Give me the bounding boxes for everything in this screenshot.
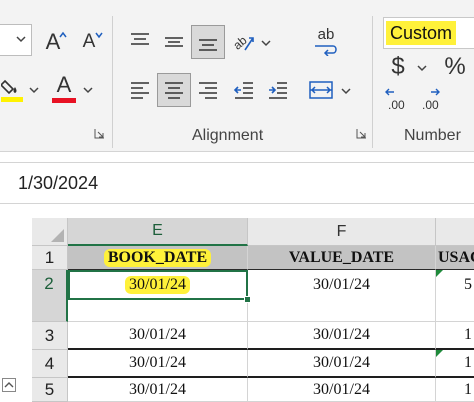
caret-up-icon [59,31,67,38]
cell-g1[interactable]: USAC [436,246,474,270]
increase-decimal-label: .00 [388,98,405,112]
bottom-align-icon [199,39,217,51]
font-size-dropdown[interactable] [0,24,32,56]
error-indicator-icon [436,270,443,277]
column-header-f[interactable]: F [248,218,436,246]
wrap-text-icon [315,45,337,56]
increase-decimal-button[interactable]: .00 [384,86,414,114]
chevron-down-icon [16,36,26,43]
cell-f1[interactable]: VALUE_DATE [248,246,436,270]
number-format-value: Custom [386,21,457,45]
row-header-3[interactable]: 3 [32,322,68,350]
usac-header: USAC [438,248,474,266]
ribbon: A A A ab ab Alignment Custom $ % .00 .00… [0,0,474,152]
percent-symbol: % [444,53,466,80]
increase-indent-button[interactable] [262,74,294,106]
book-date-value: 30/01/24 [125,276,190,294]
shrink-font-button[interactable]: A [74,27,104,57]
cell-e2[interactable]: 30/01/24 [68,270,248,322]
align-right-icon [199,82,217,99]
alignment-group-label: Alignment [192,127,264,144]
svg-text:ab: ab [231,33,250,53]
middle-align-button[interactable] [158,26,190,58]
row-header-2[interactable]: 2 [32,270,68,322]
decrease-decimal-button[interactable]: .00 [418,86,448,114]
cell-e5[interactable]: 30/01/24 [68,378,248,402]
currency-symbol: $ [391,53,405,80]
middle-align-icon [165,37,183,47]
decrease-decimal-label: .00 [422,98,439,112]
percent-style-button[interactable]: % [440,52,470,82]
fill-handle[interactable] [244,296,251,303]
formula-bar[interactable]: 1/30/2024 [0,162,474,204]
cell-g4[interactable]: 1 [436,350,474,378]
cell-g2[interactable]: 5 [436,270,474,322]
align-right-button[interactable] [192,74,224,106]
bottom-align-button[interactable] [191,25,225,59]
align-center-icon [165,82,183,99]
align-left-button[interactable] [124,74,156,106]
chevron-down-icon[interactable] [416,62,428,74]
book-date-header: BOOK_DATE [103,248,212,267]
cell-f3[interactable]: 30/01/24 [248,322,436,350]
value-date-header: VALUE_DATE [288,248,395,266]
cell-e4[interactable]: 30/01/24 [68,350,248,378]
chevron-down-icon[interactable] [28,84,40,96]
paint-bucket-icon [1,79,23,102]
font-color-swatch [52,97,76,103]
accounting-format-button[interactable]: $ [384,52,412,82]
decrease-indent-icon [233,82,253,99]
column-header-g[interactable] [436,218,474,246]
left-margin [0,204,32,402]
select-all-triangle-icon [51,229,64,242]
separator [112,16,113,148]
row-header-5[interactable]: 5 [32,378,68,402]
orientation-button[interactable]: ab [228,26,260,58]
separator [372,16,373,148]
cell-e3[interactable]: 30/01/24 [68,322,248,350]
cell-f4[interactable]: 30/01/24 [248,350,436,378]
collapse-arrow-icon[interactable] [2,378,16,392]
cell-f2[interactable]: 30/01/24 [248,270,436,322]
cell-g3[interactable]: 1 [436,322,474,350]
font-dialog-launcher-icon[interactable] [94,128,105,139]
wrap-text-button[interactable]: ab [308,24,344,60]
increase-decimal-arrow-icon [385,88,394,96]
top-align-button[interactable] [124,26,156,58]
font-color-button[interactable]: A [50,72,78,104]
column-header-e[interactable]: E [68,218,248,246]
row-header-1[interactable]: 1 [32,246,68,270]
chevron-down-icon[interactable] [82,84,94,96]
error-indicator-icon [436,350,443,357]
chevron-down-icon[interactable] [340,85,352,97]
number-group-label: Number [404,127,461,144]
number-format-dropdown[interactable]: Custom [383,17,474,49]
cell-e1[interactable]: BOOK_DATE [68,246,248,270]
alignment-dialog-launcher-icon[interactable] [356,128,367,139]
wrap-text-label: ab [317,26,335,43]
value-date-value: 30/01/24 [313,276,370,293]
select-all-button[interactable] [32,218,68,246]
text-orientation-icon: ab [231,33,254,53]
chevron-down-icon[interactable] [260,37,272,49]
grow-font-button[interactable]: A [38,27,68,57]
formula-bar-content: 1/30/2024 [18,173,99,193]
merge-center-icon [309,81,333,99]
decrease-indent-button[interactable] [228,74,260,106]
font-color-label: A [56,71,72,97]
caret-down-icon [95,32,103,39]
cell-g5[interactable]: 1 [436,378,474,402]
row-header-4[interactable]: 4 [32,350,68,378]
fill-color-button[interactable] [0,74,28,104]
merge-center-button[interactable] [306,74,336,106]
decrease-decimal-arrow-icon [431,88,440,96]
cell-f5[interactable]: 30/01/24 [248,378,436,402]
top-align-icon [131,33,149,45]
increase-indent-icon [269,82,287,99]
align-center-button[interactable] [157,73,191,107]
align-left-icon [131,82,149,99]
